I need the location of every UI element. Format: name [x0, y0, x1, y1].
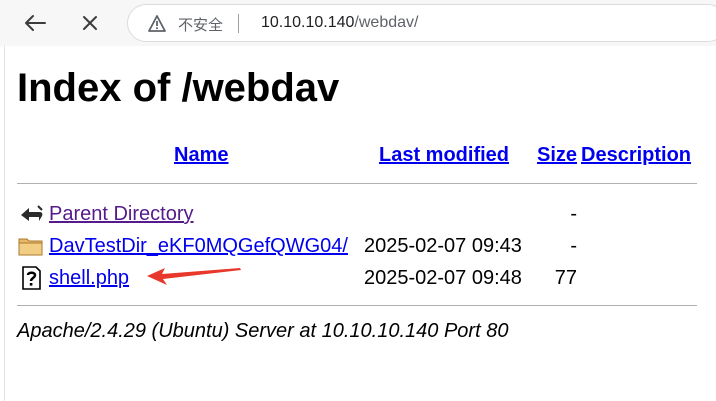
url-host: 10.10.10.140 — [261, 14, 355, 31]
warning-icon[interactable] — [148, 15, 166, 37]
modified-date: 2025-02-07 09:48 — [364, 267, 522, 289]
table-row: shell.php 2025-02-07 09:48 77 — [5, 264, 716, 292]
file-size: - — [570, 235, 577, 257]
sort-by-name-link[interactable]: Name — [174, 144, 228, 167]
parent-directory-link[interactable]: Parent Directory — [49, 203, 194, 226]
close-icon — [83, 16, 97, 30]
server-signature: Apache/2.4.29 (Ubuntu) Server at 10.10.1… — [17, 320, 509, 342]
page-viewport: Index of /webdav Name Last modified Size… — [4, 46, 716, 401]
table-row: DavTestDir_eKF0MQGefQWG04/ 2025-02-07 09… — [5, 232, 716, 260]
address-bar[interactable]: 不安全 10.10.10.140/webdav/ — [127, 4, 716, 42]
address-divider — [238, 14, 239, 33]
url-text[interactable]: 10.10.10.140/webdav/ — [261, 14, 418, 32]
table-row: Parent Directory - — [5, 200, 716, 228]
file-size: 77 — [554, 267, 577, 289]
browser-toolbar: 不安全 10.10.10.140/webdav/ — [0, 0, 716, 46]
directory-link[interactable]: DavTestDir_eKF0MQGefQWG04/ — [49, 235, 348, 258]
red-arrow-annotation — [147, 268, 241, 285]
sort-by-last-modified-link[interactable]: Last modified — [379, 144, 509, 167]
page-title: Index of /webdav — [17, 66, 340, 110]
back-button[interactable] — [20, 8, 50, 38]
stop-loading-button[interactable] — [75, 8, 105, 38]
unknown-file-icon — [18, 266, 44, 290]
header-divider — [17, 183, 697, 184]
url-path: /webdav/ — [354, 14, 419, 31]
security-status-label[interactable]: 不安全 — [178, 14, 223, 35]
sort-by-size-link[interactable]: Size — [537, 144, 577, 167]
sort-by-description-link[interactable]: Description — [581, 144, 691, 167]
back-icon — [18, 202, 44, 226]
modified-date: 2025-02-07 09:43 — [364, 235, 522, 257]
folder-icon — [18, 234, 44, 258]
back-arrow-icon — [25, 15, 46, 31]
file-link[interactable]: shell.php — [49, 267, 129, 290]
file-size: - — [570, 203, 577, 225]
footer-divider — [17, 305, 697, 306]
